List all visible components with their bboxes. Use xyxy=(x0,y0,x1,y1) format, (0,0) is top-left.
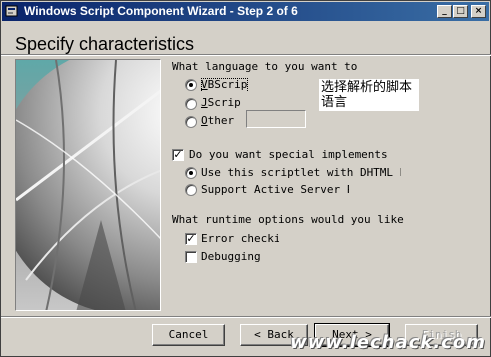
jscript-label-rest: Script xyxy=(207,96,241,109)
jscript-label[interactable]: JScript xyxy=(201,96,241,109)
asp-label[interactable]: Support Active Server Pa xyxy=(201,183,349,196)
error-checking-label[interactable]: Error checkir xyxy=(201,232,279,245)
title-bar[interactable]: Windows Script Component Wizard - Step 2… xyxy=(2,2,489,21)
focus-rectangle xyxy=(201,78,248,91)
special-implements-label[interactable]: Do you want special implements su xyxy=(189,148,391,161)
vbscript-radio[interactable] xyxy=(185,79,197,91)
annotation-note: 选择解析的脚本语言 xyxy=(319,79,419,111)
other-language-input[interactable] xyxy=(246,110,306,128)
asp-radio[interactable] xyxy=(185,184,197,196)
watermark: www.lechack.com xyxy=(290,332,486,353)
page-title: Specify characteristics xyxy=(15,34,195,54)
footer-divider xyxy=(1,316,491,318)
app-icon xyxy=(5,5,18,17)
vbscript-label[interactable]: VBScript xyxy=(201,78,248,91)
dhtml-behavior-radio[interactable] xyxy=(185,167,197,179)
other-radio[interactable] xyxy=(185,116,197,128)
error-checking-checkbox[interactable]: ✓ xyxy=(185,233,197,245)
dhtml-behavior-label[interactable]: Use this scriptlet with DHTML beh xyxy=(201,166,401,179)
close-button[interactable]: × xyxy=(471,5,486,18)
globe-image xyxy=(16,60,160,310)
debugging-label[interactable]: Debugging xyxy=(201,250,261,263)
cancel-button[interactable]: Cancel xyxy=(152,324,225,346)
wizard-graphic xyxy=(15,59,161,311)
window-title: Windows Script Component Wizard - Step 2… xyxy=(24,4,298,18)
other-label[interactable]: Other xyxy=(201,114,234,127)
debugging-checkbox[interactable] xyxy=(185,251,197,263)
maximize-button[interactable]: □ xyxy=(453,5,468,18)
other-label-rest: ther xyxy=(207,114,235,127)
runtime-prompt: What runtime options would you like xyxy=(172,213,404,226)
special-implements-checkbox[interactable]: ✓ xyxy=(172,149,184,161)
header-divider xyxy=(1,54,491,56)
minimize-button[interactable]: _ xyxy=(437,5,452,18)
wizard-window: Windows Script Component Wizard - Step 2… xyxy=(0,0,491,357)
language-prompt: What language to you want to xyxy=(172,60,358,73)
jscript-radio[interactable] xyxy=(185,98,197,110)
